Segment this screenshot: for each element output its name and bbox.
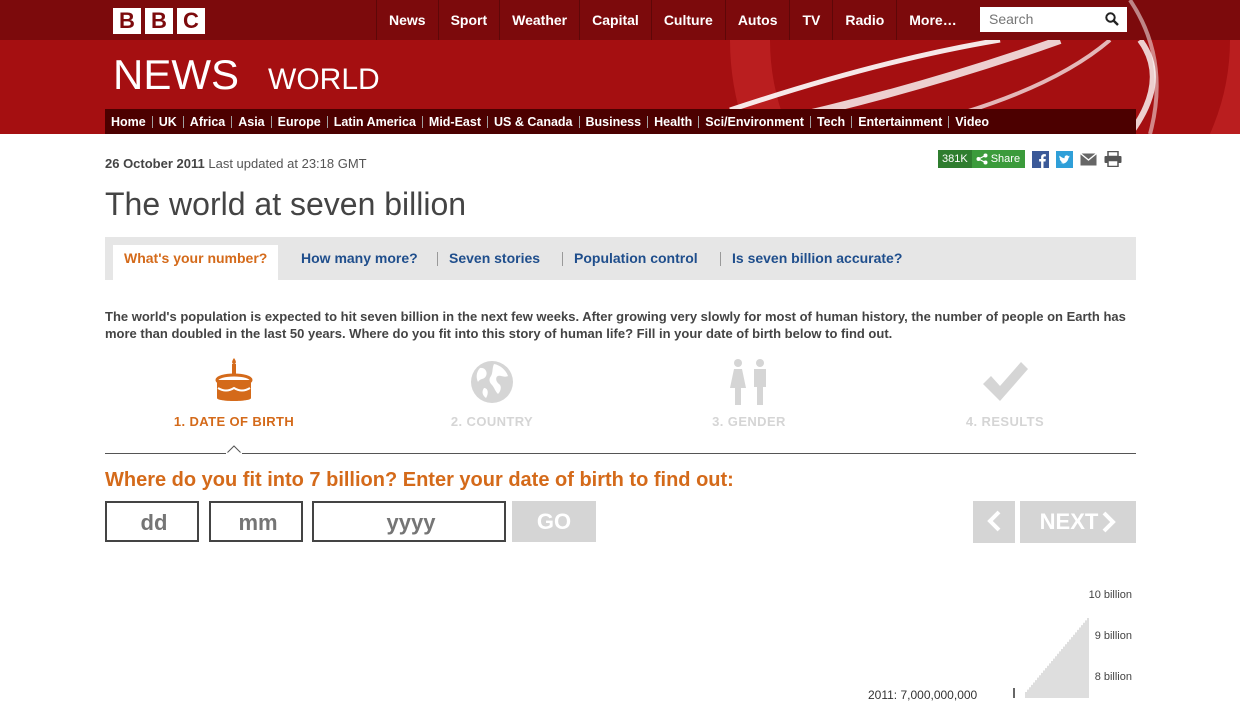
section-nav: Home UK Africa Asia Europe Latin America… bbox=[105, 109, 1136, 134]
topnav-weather[interactable]: Weather bbox=[499, 0, 579, 40]
topnav-autos[interactable]: Autos bbox=[724, 0, 790, 40]
tab-divider bbox=[437, 252, 438, 266]
dd-field bbox=[105, 501, 201, 542]
tab-whats-your-number[interactable]: What's your number? bbox=[113, 245, 279, 280]
topnav-more[interactable]: More… bbox=[896, 0, 968, 40]
search-input[interactable] bbox=[980, 7, 1101, 30]
yyyy-field bbox=[312, 501, 508, 542]
topnav-sport[interactable]: Sport bbox=[437, 0, 500, 40]
secnav-video[interactable]: Video bbox=[948, 115, 995, 128]
search-icon[interactable] bbox=[1105, 12, 1119, 26]
secnav-us-canada[interactable]: US & Canada bbox=[487, 115, 579, 128]
day-input[interactable] bbox=[107, 503, 201, 542]
month-input[interactable] bbox=[211, 503, 305, 542]
share-tools: 381K Share bbox=[938, 150, 1122, 168]
next-button[interactable]: NEXT bbox=[1020, 501, 1136, 543]
logo-letter: B bbox=[113, 8, 141, 34]
print-icon[interactable] bbox=[1104, 151, 1122, 167]
chevron-right-icon bbox=[1102, 511, 1117, 533]
checkmark-icon bbox=[983, 362, 1028, 401]
step-label: 1. DATE OF BIRTH bbox=[173, 414, 295, 429]
article-date: 26 October 2011 Last updated at 23:18 GM… bbox=[105, 156, 367, 171]
secnav-entertainment[interactable]: Entertainment bbox=[851, 115, 948, 128]
secnav-sci-environment[interactable]: Sci/Environment bbox=[698, 115, 810, 128]
tab-population-control[interactable]: Population control bbox=[574, 237, 698, 280]
secnav-europe[interactable]: Europe bbox=[270, 115, 327, 128]
tab-divider bbox=[720, 252, 721, 266]
top-nav: News Sport Weather Capital Culture Autos… bbox=[376, 0, 969, 40]
go-button[interactable]: GO bbox=[512, 501, 596, 542]
chevron-left-icon bbox=[987, 510, 1001, 531]
population-area-chart bbox=[1013, 618, 1089, 698]
steps-divider bbox=[105, 453, 1136, 454]
tab-divider bbox=[562, 252, 563, 266]
step-label: 2. COUNTRY bbox=[450, 414, 534, 429]
step-label: 4. RESULTS bbox=[965, 414, 1045, 429]
secnav-uk[interactable]: UK bbox=[151, 115, 183, 128]
mm-field bbox=[209, 501, 305, 542]
year-input[interactable] bbox=[314, 503, 508, 542]
topnav-radio[interactable]: Radio bbox=[832, 0, 896, 40]
secnav-tech[interactable]: Tech bbox=[809, 115, 851, 128]
logo-letter: B bbox=[145, 8, 173, 34]
share-button[interactable]: Share bbox=[971, 150, 1026, 168]
topnav-capital[interactable]: Capital bbox=[579, 0, 651, 40]
population-series bbox=[1025, 618, 1089, 698]
share-count: 381K bbox=[938, 150, 972, 168]
secnav-latin-america[interactable]: Latin America bbox=[326, 115, 422, 128]
dob-question: Where do you fit into 7 billion? Enter y… bbox=[105, 469, 734, 491]
news-wordmark[interactable]: NEWS bbox=[113, 52, 239, 98]
chart-annotation: 2011: 7,000,000,000 bbox=[868, 688, 978, 702]
tab-seven-stories[interactable]: Seven stories bbox=[449, 237, 540, 280]
topnav-culture[interactable]: Culture bbox=[650, 0, 725, 40]
secnav-africa[interactable]: Africa bbox=[182, 115, 231, 128]
previous-button[interactable] bbox=[973, 501, 1015, 543]
share-label: Share bbox=[990, 153, 1021, 165]
email-icon[interactable] bbox=[1080, 152, 1098, 166]
topnav-tv[interactable]: TV bbox=[789, 0, 832, 40]
secnav-asia[interactable]: Asia bbox=[231, 115, 270, 128]
secnav-health[interactable]: Health bbox=[647, 115, 698, 128]
logo-letter: C bbox=[177, 8, 205, 34]
share-icon bbox=[976, 153, 988, 165]
tab-is-seven-billion-accurate[interactable]: Is seven billion accurate? bbox=[732, 237, 902, 280]
twitter-icon[interactable] bbox=[1056, 150, 1074, 168]
next-label: NEXT bbox=[1039, 509, 1099, 534]
story-tabs: What's your number? How many more? Seven… bbox=[105, 237, 1136, 280]
publish-date: 26 October 2011 bbox=[105, 156, 205, 171]
secnav-business[interactable]: Business bbox=[578, 115, 648, 128]
step-label: 3. GENDER bbox=[712, 414, 786, 429]
secnav-mid-east[interactable]: Mid-East bbox=[421, 115, 487, 128]
last-updated: Last updated at 23:18 GMT bbox=[208, 156, 367, 171]
globe-icon bbox=[471, 361, 513, 403]
bbc-logo[interactable]: B B C bbox=[113, 8, 205, 34]
page-title: The world at seven billion bbox=[105, 186, 467, 222]
edition-label: WORLD bbox=[268, 63, 380, 96]
tab-how-many-more[interactable]: How many more? bbox=[301, 237, 418, 280]
birthday-cake-icon bbox=[215, 358, 253, 401]
intro-paragraph: The world's population is expected to hi… bbox=[105, 309, 1126, 341]
secnav-home[interactable]: Home bbox=[105, 115, 152, 128]
search-box bbox=[980, 7, 1127, 32]
facebook-icon[interactable] bbox=[1032, 150, 1050, 168]
topnav-news[interactable]: News bbox=[376, 0, 438, 40]
gender-icon bbox=[730, 359, 766, 405]
step-pointer bbox=[226, 445, 242, 454]
masthead: B B C News Sport Weather Capital Culture… bbox=[0, 0, 1240, 134]
